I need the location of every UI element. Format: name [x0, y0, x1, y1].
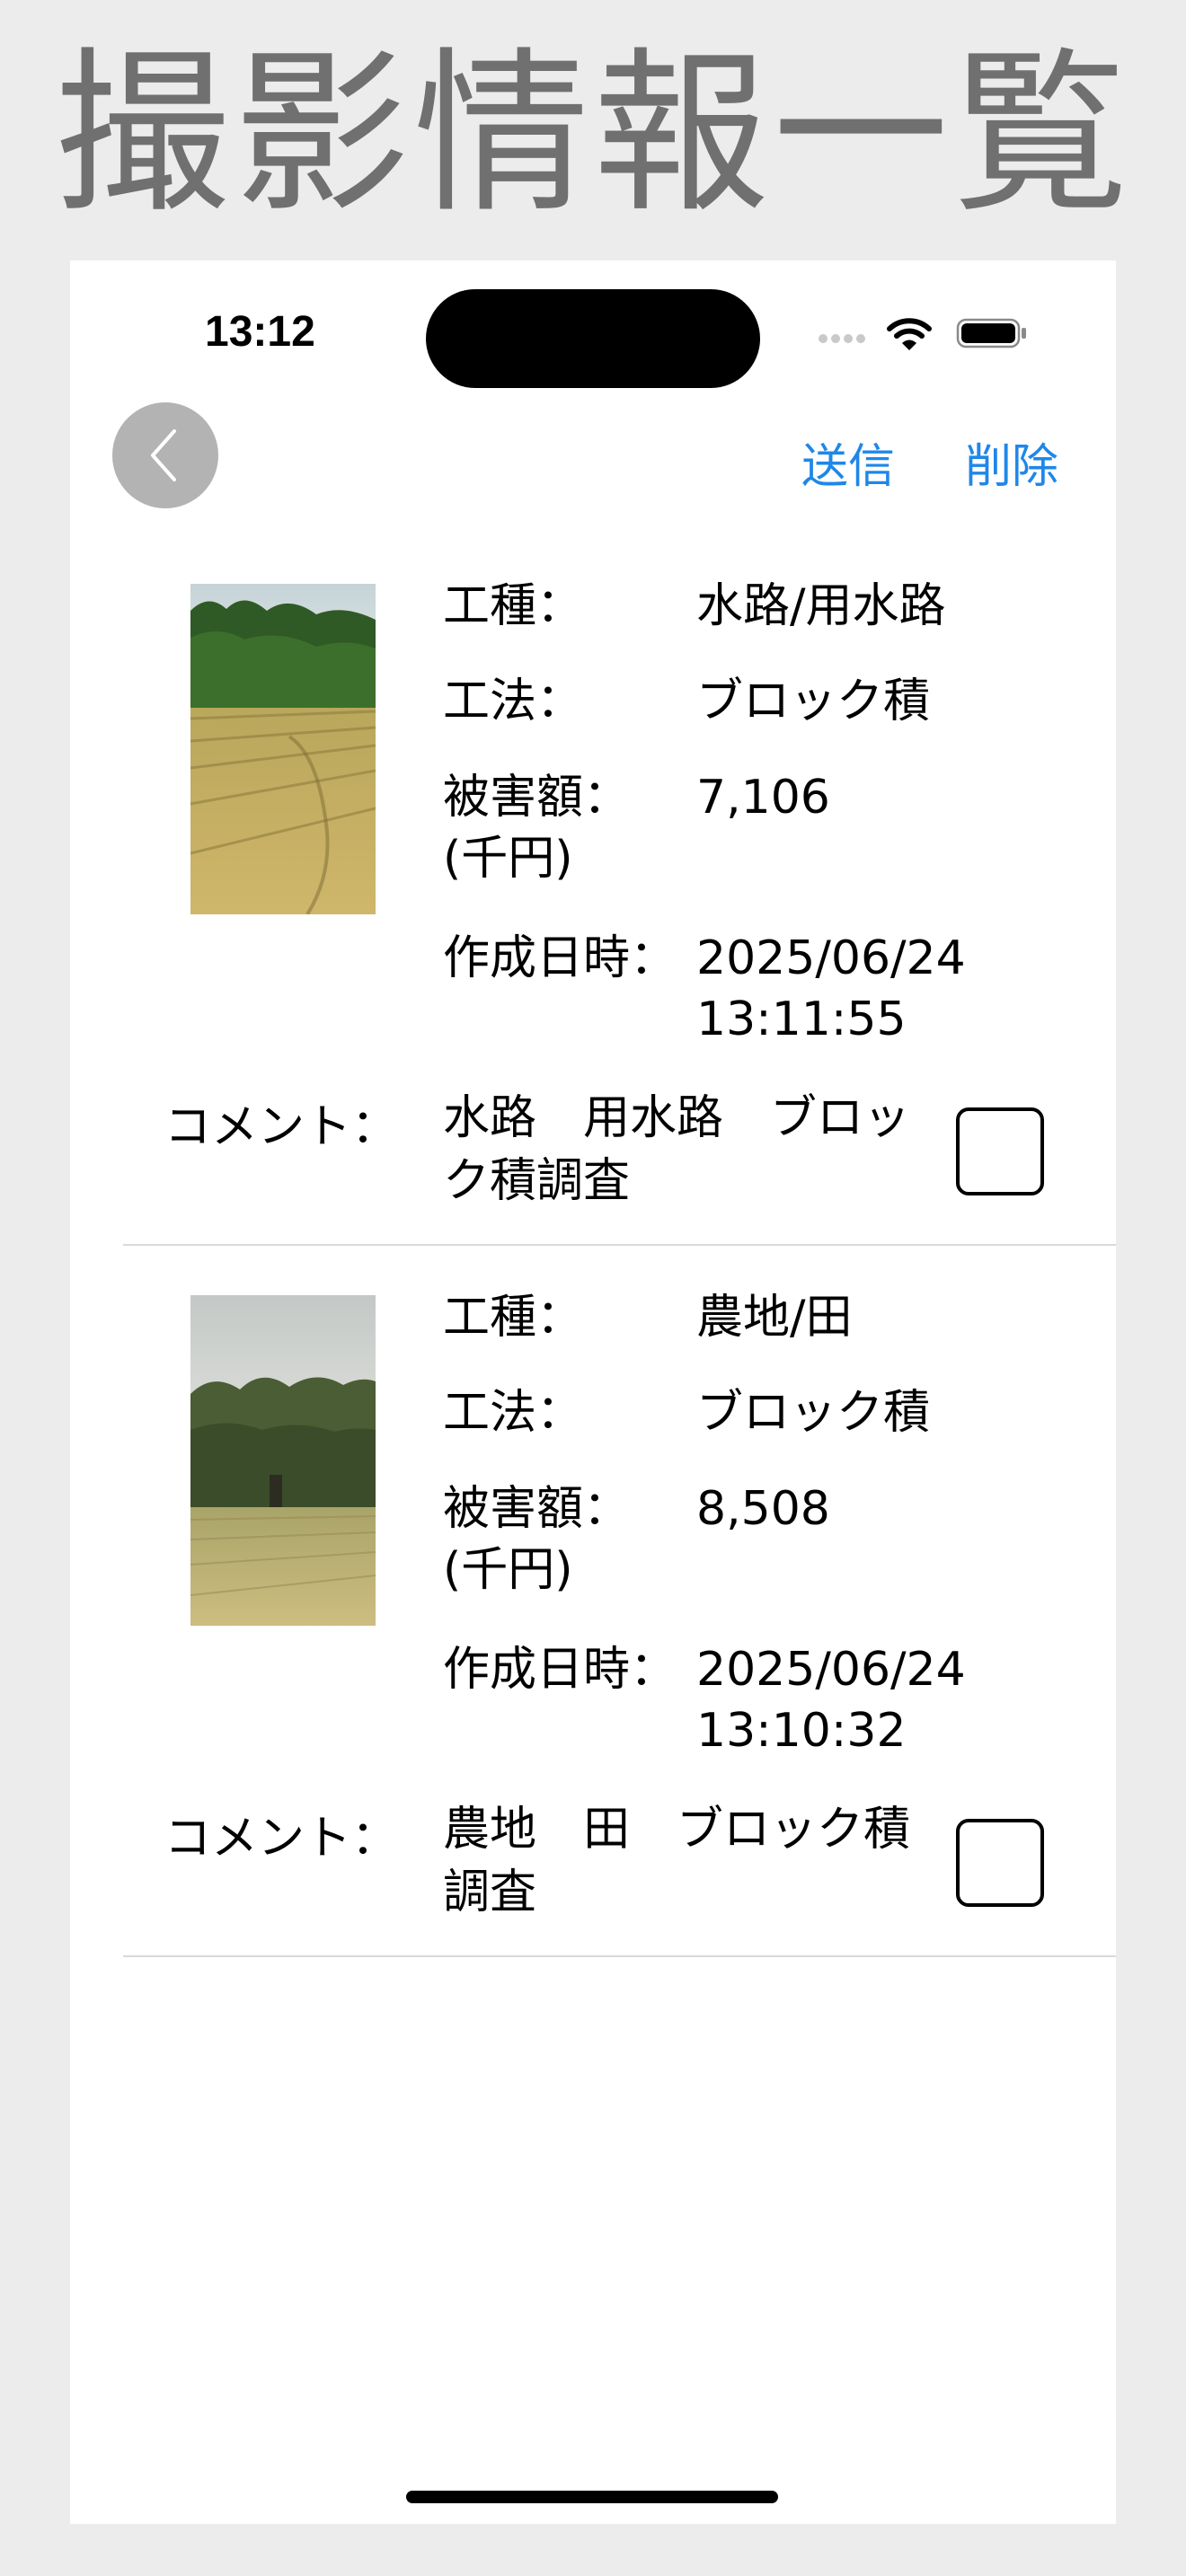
damage-unit-label: (千円): [443, 832, 573, 886]
method-label: 工法：: [443, 1386, 584, 1440]
damage-value: 8,508: [696, 1482, 830, 1536]
damage-label: 被害額：: [443, 1482, 631, 1536]
comment-label: コメント：: [164, 1812, 399, 1866]
phone-screen: 13:12 送信 削除 工種： 水路/用水路 工法： ブロック積 被害額： (千…: [70, 260, 1116, 2524]
work-type-label: 工種：: [443, 579, 584, 633]
back-button[interactable]: [112, 402, 218, 508]
photo-thumbnail[interactable]: [190, 1295, 376, 1626]
photo-thumbnail[interactable]: [190, 584, 376, 914]
created-time-value: 13:11:55: [696, 992, 907, 1046]
comment-label: コメント：: [164, 1100, 399, 1154]
select-checkbox[interactable]: [956, 1107, 1044, 1195]
page-title: 撮影情報一覧: [53, 32, 1132, 237]
comment-value: 農地 田 ブロック積調査: [443, 1803, 911, 1919]
damage-label: 被害額：: [443, 771, 631, 825]
created-date-value: 2025/06/24: [696, 1643, 966, 1697]
damage-value: 7,106: [696, 771, 830, 825]
status-time: 13:12: [205, 308, 315, 356]
chevron-left-icon: [151, 429, 176, 481]
delete-button[interactable]: 削除: [965, 440, 1058, 494]
method-label: 工法：: [443, 675, 584, 728]
method-value: ブロック積: [696, 1386, 931, 1440]
wifi-icon: [886, 316, 933, 352]
dynamic-island: [426, 289, 760, 388]
send-button[interactable]: 送信: [801, 440, 895, 494]
work-type-label: 工種：: [443, 1291, 584, 1345]
work-type-value: 水路/用水路: [696, 579, 946, 633]
created-at-label: 作成日時：: [443, 931, 677, 985]
select-checkbox[interactable]: [956, 1819, 1044, 1907]
created-time-value: 13:10:32: [696, 1704, 907, 1758]
divider: [123, 1244, 1116, 1246]
divider: [123, 1955, 1116, 1957]
created-date-value: 2025/06/24: [696, 931, 966, 985]
home-indicator: [406, 2491, 778, 2503]
work-type-value: 農地/田: [696, 1291, 853, 1345]
cellular-signal-icon: [819, 334, 872, 345]
battery-icon: [956, 318, 1028, 348]
method-value: ブロック積: [696, 675, 931, 728]
damage-unit-label: (千円): [443, 1543, 573, 1597]
comment-value: 水路 用水路 ブロック積調査: [443, 1091, 911, 1208]
created-at-label: 作成日時：: [443, 1643, 677, 1697]
